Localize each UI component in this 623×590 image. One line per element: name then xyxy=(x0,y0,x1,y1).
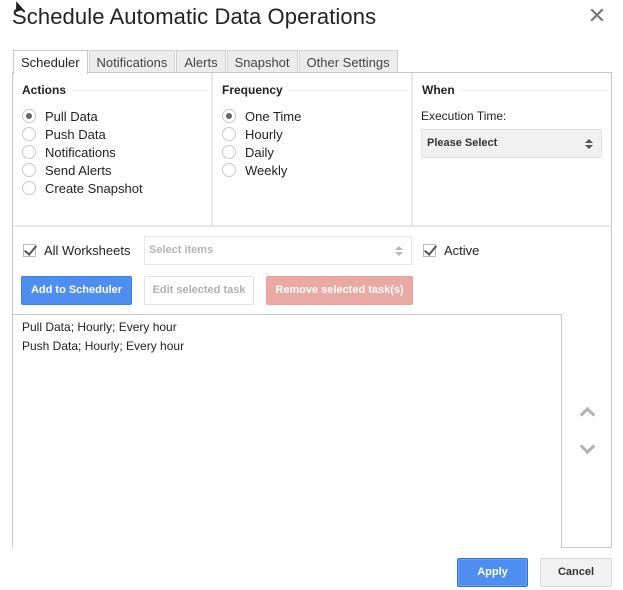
radio-button[interactable] xyxy=(22,109,36,123)
radio-button[interactable] xyxy=(222,127,236,141)
tab-notifications[interactable]: Notifications xyxy=(88,50,176,73)
radio-daily[interactable]: Daily xyxy=(222,143,301,161)
radio-label: Push Data xyxy=(45,126,106,142)
radio-label: Weekly xyxy=(245,162,288,178)
radio-button[interactable] xyxy=(22,181,36,195)
task-list[interactable]: Pull Data; Hourly; Every hour Push Data;… xyxy=(13,314,562,548)
dialog-title: Schedule Automatic Data Operations xyxy=(12,4,377,29)
radio-label: Notifications xyxy=(45,144,116,160)
radio-label: One Time xyxy=(245,108,302,124)
tab-alerts[interactable]: Alerts xyxy=(176,50,226,73)
radio-send-alerts[interactable]: Send Alerts xyxy=(22,161,143,179)
radio-create-snapshot[interactable]: Create Snapshot xyxy=(22,179,143,197)
all-worksheets-checkbox[interactable]: All Worksheets xyxy=(23,243,130,258)
radio-notifications[interactable]: Notifications xyxy=(22,143,143,161)
fieldset-divider xyxy=(13,225,612,227)
frequency-legend: Frequency xyxy=(222,83,289,97)
radio-hourly[interactable]: Hourly xyxy=(222,125,301,143)
radio-label: Daily xyxy=(245,144,274,160)
radio-button[interactable] xyxy=(22,145,36,159)
apply-button[interactable]: Apply xyxy=(457,558,528,587)
all-worksheets-label: All Worksheets xyxy=(44,243,131,258)
items-placeholder: Select items xyxy=(149,244,214,256)
when-fieldset: When Execution Time: Please Select xyxy=(413,73,612,226)
radio-button[interactable] xyxy=(222,109,236,123)
scheduler-panel: Actions Pull Data Push Data Notification… xyxy=(12,72,612,548)
select-arrows-icon xyxy=(395,246,403,257)
tab-snapshot[interactable]: Snapshot xyxy=(226,50,298,73)
tab-other-settings[interactable]: Other Settings xyxy=(298,50,398,73)
radio-label: Pull Data xyxy=(45,108,98,124)
execution-time-select[interactable]: Please Select xyxy=(421,129,602,158)
actions-fieldset: Actions Pull Data Push Data Notification… xyxy=(13,73,213,226)
radio-push-data[interactable]: Push Data xyxy=(22,125,143,143)
radio-button[interactable] xyxy=(22,127,36,141)
checkbox[interactable] xyxy=(23,244,36,257)
worksheet-items-select[interactable]: Select items xyxy=(144,236,412,265)
tab-bar: Scheduler Notifications Alerts Snapshot … xyxy=(13,50,399,74)
radio-label: Send Alerts xyxy=(45,162,112,178)
radio-pull-data[interactable]: Pull Data xyxy=(22,107,143,125)
radio-button[interactable] xyxy=(222,145,236,159)
execution-time-value: Please Select xyxy=(427,137,498,149)
radio-label: Hourly xyxy=(245,126,283,142)
chevron-down-icon[interactable] xyxy=(579,443,595,455)
radio-weekly[interactable]: Weekly xyxy=(222,161,301,179)
actions-legend: Actions xyxy=(22,83,73,97)
execution-time-label: Execution Time: xyxy=(421,109,507,123)
close-icon[interactable]: ✕ xyxy=(587,4,607,28)
chevron-up-icon[interactable] xyxy=(579,405,595,417)
list-item[interactable]: Pull Data; Hourly; Every hour xyxy=(22,318,561,337)
list-item[interactable]: Push Data; Hourly; Every hour xyxy=(22,337,561,356)
tab-scheduler[interactable]: Scheduler xyxy=(13,50,88,74)
radio-button[interactable] xyxy=(222,163,236,177)
add-to-scheduler-button[interactable]: Add to Scheduler xyxy=(21,276,132,305)
radio-one-time[interactable]: One Time xyxy=(222,107,301,125)
select-arrows-icon xyxy=(585,139,593,150)
when-legend: When xyxy=(422,83,461,97)
active-label: Active xyxy=(444,243,480,258)
radio-label: Create Snapshot xyxy=(45,180,143,196)
frequency-fieldset: Frequency One Time Hourly Daily Weekly xyxy=(213,73,413,226)
remove-selected-tasks-button[interactable]: Remove selected task(s) xyxy=(266,276,413,305)
radio-button[interactable] xyxy=(22,163,36,177)
checkbox[interactable] xyxy=(423,244,436,257)
cancel-button[interactable]: Cancel xyxy=(540,558,612,587)
edit-selected-task-button[interactable]: Edit selected task xyxy=(144,276,254,305)
active-checkbox[interactable]: Active xyxy=(423,243,479,258)
